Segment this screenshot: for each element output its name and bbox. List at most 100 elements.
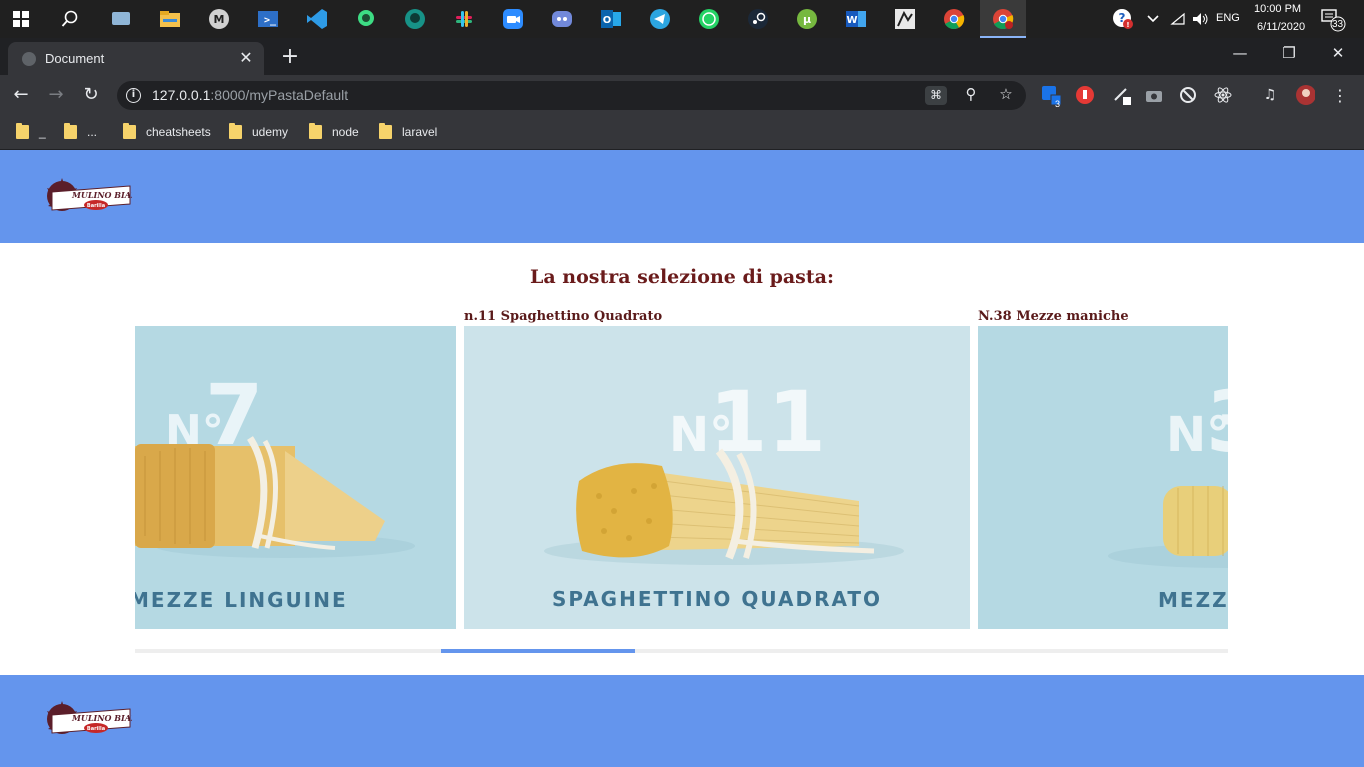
window-close-icon[interactable]: ✕ — [1328, 44, 1348, 62]
svg-text:µ: µ — [803, 13, 811, 26]
page-footer: MULINO BIANCO Barilla — [0, 675, 1364, 767]
pasta-slide[interactable]: N° 7 MEZZE LINGUINE — [135, 326, 456, 629]
bookmark-star-icon[interactable]: ☆ — [995, 85, 1017, 103]
whatsapp-icon[interactable] — [696, 6, 722, 32]
pasta-number: 3 — [1206, 373, 1228, 471]
bookmark-folder[interactable]: _ — [16, 122, 46, 142]
chrome-active-icon[interactable] — [990, 6, 1016, 32]
steam-icon[interactable] — [745, 6, 771, 32]
bookmark-folder[interactable]: ... — [64, 122, 97, 142]
telegram-icon[interactable] — [647, 6, 673, 32]
browser-toolbar: ← → ↻ i 127.0.0.1:8000/myPastaDefault ⌘ … — [0, 75, 1364, 115]
bookmarks-bar: _ ... cheatsheets udemy node laravel — [0, 115, 1364, 150]
slide-title: N.38 Mezze maniche — [978, 309, 1129, 324]
url-host: 127.0.0.1 — [152, 87, 211, 103]
url-text[interactable]: 127.0.0.1:8000/myPastaDefault — [152, 87, 348, 103]
utorrent-icon[interactable]: µ — [794, 6, 820, 32]
adblock-icon[interactable] — [1075, 85, 1095, 105]
more-menu-icon[interactable]: ⋮ — [1330, 85, 1350, 105]
pasta-carousel[interactable]: N° 7 MEZZE LINGUINE N° 11 SPAGHETTINO QU… — [135, 326, 1228, 629]
sumatra-icon[interactable] — [892, 6, 918, 32]
mysql-workbench-icon[interactable]: M — [206, 6, 232, 32]
bookmark-label: _ — [39, 125, 46, 139]
pasta-name: MEZZE M — [1158, 588, 1228, 612]
bookmark-folder[interactable]: node — [309, 122, 359, 142]
slack-icon[interactable] — [451, 6, 477, 32]
windows-start-icon[interactable] — [8, 6, 34, 32]
bookmark-label: ... — [87, 125, 98, 139]
logo-text: MULINO BIANCO — [71, 713, 132, 723]
outlook-icon[interactable]: O — [598, 6, 624, 32]
pasta-slide[interactable]: N° 11 SPAGHETTINO QUADRATO — [464, 326, 970, 629]
tab-title: Document — [45, 51, 105, 66]
clock-time[interactable]: 10:00 PM — [1254, 3, 1301, 15]
forward-button[interactable]: → — [45, 84, 67, 105]
mulino-bianco-logo[interactable]: MULINO BIANCO Barilla — [42, 174, 152, 222]
globe-icon — [22, 52, 36, 66]
folder-icon — [309, 123, 322, 139]
restore-icon[interactable]: ❐ — [1279, 44, 1299, 62]
svg-text:W: W — [846, 15, 857, 26]
bookmark-label: laravel — [402, 125, 438, 139]
powershell-icon[interactable]: >_ — [255, 6, 281, 32]
media-control-icon[interactable]: ♫ — [1260, 85, 1280, 105]
pasta-name: SPAGHETTINO QUADRATO — [552, 587, 882, 611]
browser-tab[interactable]: Document ✕ — [8, 42, 264, 75]
carousel-scroll-thumb[interactable] — [441, 649, 635, 653]
extension-badge: 3 — [1055, 99, 1061, 109]
android-studio-icon[interactable] — [353, 6, 379, 32]
windows-taskbar: M >_ O µ W ?! ENG 10:00 PM 6/11/2020 33 — [0, 0, 1364, 38]
reload-button[interactable]: ↻ — [80, 84, 102, 105]
carousel-scrollbar[interactable] — [135, 649, 1228, 653]
mulino-bianco-logo[interactable]: MULINO BIANCO Barilla — [42, 697, 152, 745]
chrome-icon[interactable] — [941, 6, 967, 32]
help-icon[interactable]: ?! — [1110, 6, 1136, 32]
folder-icon — [64, 123, 77, 139]
folder-icon — [379, 123, 392, 139]
pasta-bundle — [1163, 486, 1228, 556]
volume-icon[interactable] — [1188, 6, 1214, 32]
close-tab-icon[interactable]: ✕ — [236, 48, 256, 67]
logo-badge: Barilla — [87, 203, 105, 209]
pasta-slide[interactable]: N° 3 MEZZE M — [978, 326, 1228, 629]
address-bar[interactable]: i 127.0.0.1:8000/myPastaDefault ⌘ ⚲ ☆ — [117, 81, 1026, 110]
notification-count: 33 — [1332, 19, 1344, 30]
vscode-icon[interactable] — [304, 6, 330, 32]
camera-icon[interactable] — [1144, 85, 1164, 105]
bookmark-folder[interactable]: laravel — [379, 122, 437, 142]
new-tab-button[interactable]: + — [278, 44, 302, 69]
clock-date[interactable]: 6/11/2020 — [1257, 21, 1305, 33]
chevron-up-icon[interactable] — [1140, 6, 1166, 32]
svg-text:!: ! — [1126, 21, 1129, 29]
pen-extension-icon[interactable] — [1112, 85, 1132, 105]
logo-badge: Barilla — [87, 726, 105, 732]
back-button[interactable]: ← — [10, 84, 32, 105]
zoom-icon[interactable] — [500, 6, 526, 32]
language-indicator[interactable]: ENG — [1216, 12, 1240, 24]
bookmark-folder[interactable]: udemy — [229, 122, 288, 142]
shield-icon[interactable] — [1178, 85, 1198, 105]
pasta-name: MEZZE LINGUINE — [135, 588, 348, 612]
gitkraken-icon[interactable] — [402, 6, 428, 32]
logo-text: MULINO BIANCO — [71, 190, 132, 200]
zoom-icon[interactable]: ⚲ — [960, 85, 982, 103]
bookmark-folder[interactable]: cheatsheets — [123, 122, 211, 142]
bookmark-label: cheatsheets — [146, 125, 211, 139]
url-path: :8000/myPastaDefault — [210, 87, 349, 103]
bookmark-label: udemy — [252, 125, 289, 139]
discord-icon[interactable] — [549, 6, 575, 32]
minimize-icon[interactable]: — — [1230, 44, 1250, 62]
slide-title: n.11 Spaghettino Quadrato — [464, 309, 663, 324]
file-explorer-icon[interactable] — [157, 6, 183, 32]
react-devtools-icon[interactable] — [1213, 85, 1233, 105]
word-icon[interactable]: W — [843, 6, 869, 32]
info-icon[interactable]: i — [126, 88, 141, 103]
profile-avatar[interactable] — [1295, 85, 1315, 105]
svg-text:>_: >_ — [264, 15, 277, 26]
search-icon[interactable] — [57, 6, 83, 32]
bookmark-label: node — [332, 125, 359, 139]
folder-icon — [123, 123, 136, 139]
translate-icon[interactable]: ⌘ — [925, 86, 947, 105]
task-view-icon[interactable] — [108, 6, 134, 32]
folder-icon — [16, 123, 29, 139]
